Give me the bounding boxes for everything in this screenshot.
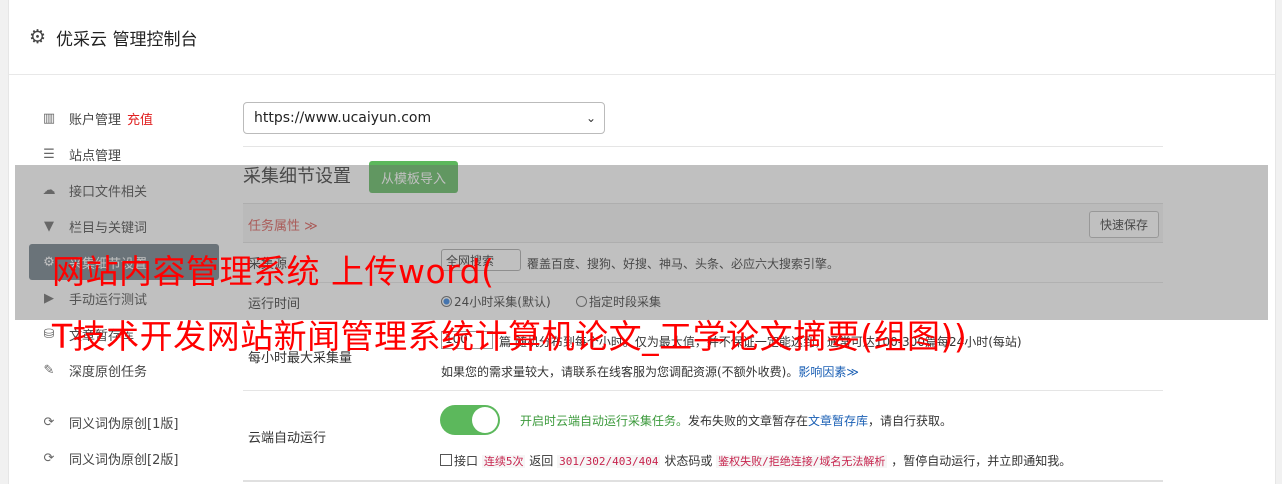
sidebar-item-label: 账户管理 (69, 112, 122, 128)
sidebar-item-label: 同义词伪原创[2版] (69, 452, 179, 468)
page-title: 优采云 管理控制台 (56, 29, 198, 50)
cloud-run-toggle[interactable] (440, 405, 500, 435)
image-overlay-band (15, 165, 1268, 320)
sidebar-item-account[interactable]: ▥ 账户管理 充值 (29, 100, 219, 136)
bar-chart-icon: ▥ (42, 110, 56, 126)
sidebar-item-synonym-v1[interactable]: ⟳ 同义词伪原创[1版] (29, 404, 219, 440)
refresh-icon: ⟳ (43, 414, 55, 430)
cloud-run-label: 云端自动运行 (248, 431, 327, 446)
pause-notify-option[interactable]: 接口 连续5次 返回 301/302/403/404 状态码或 鉴权失败/拒绝连… (440, 452, 1071, 469)
sidebar-item-label: 深度原创任务 (69, 364, 148, 380)
overlay-title-line-2: T技术开发网站新闻管理系统计算机论文_工学论文摘要(组图)) (52, 317, 968, 356)
article-store-link[interactable]: 文章暂存库 (808, 414, 868, 428)
refresh-icon: ⟳ (43, 450, 55, 466)
overlay-title-line-1: 网站内容管理系统 上传word( (52, 252, 495, 291)
sidebar-item-synonym-v2[interactable]: ⟳ 同义词伪原创[2版] (29, 440, 219, 476)
factors-link[interactable]: 影响因素≫ (798, 365, 859, 379)
recharge-link[interactable]: 充值 (127, 109, 153, 128)
gear-icon: ⚙ (29, 26, 47, 48)
cloud-run-description: 开启时云端自动运行采集任务。发布失败的文章暂存在文章暂存库，请自行获取。 (520, 414, 953, 428)
sidebar-item-label: 同义词伪原创[1版] (69, 416, 179, 432)
edit-icon: ✎ (43, 362, 55, 378)
site-select[interactable]: https://www.ucaiyun.com ⌄ (243, 102, 605, 134)
chevron-down-icon: ⌄ (585, 111, 596, 125)
server-icon: ☰ (43, 146, 55, 162)
max-per-hour-note: 如果您的需求量较大，请联系在线客服为您调配资源(不额外收费)。影响因素≫ (441, 365, 859, 379)
site-select-value: https://www.ucaiyun.com (254, 110, 432, 126)
checkbox-icon[interactable] (440, 454, 452, 466)
sidebar-item-label: 站点管理 (69, 148, 122, 164)
